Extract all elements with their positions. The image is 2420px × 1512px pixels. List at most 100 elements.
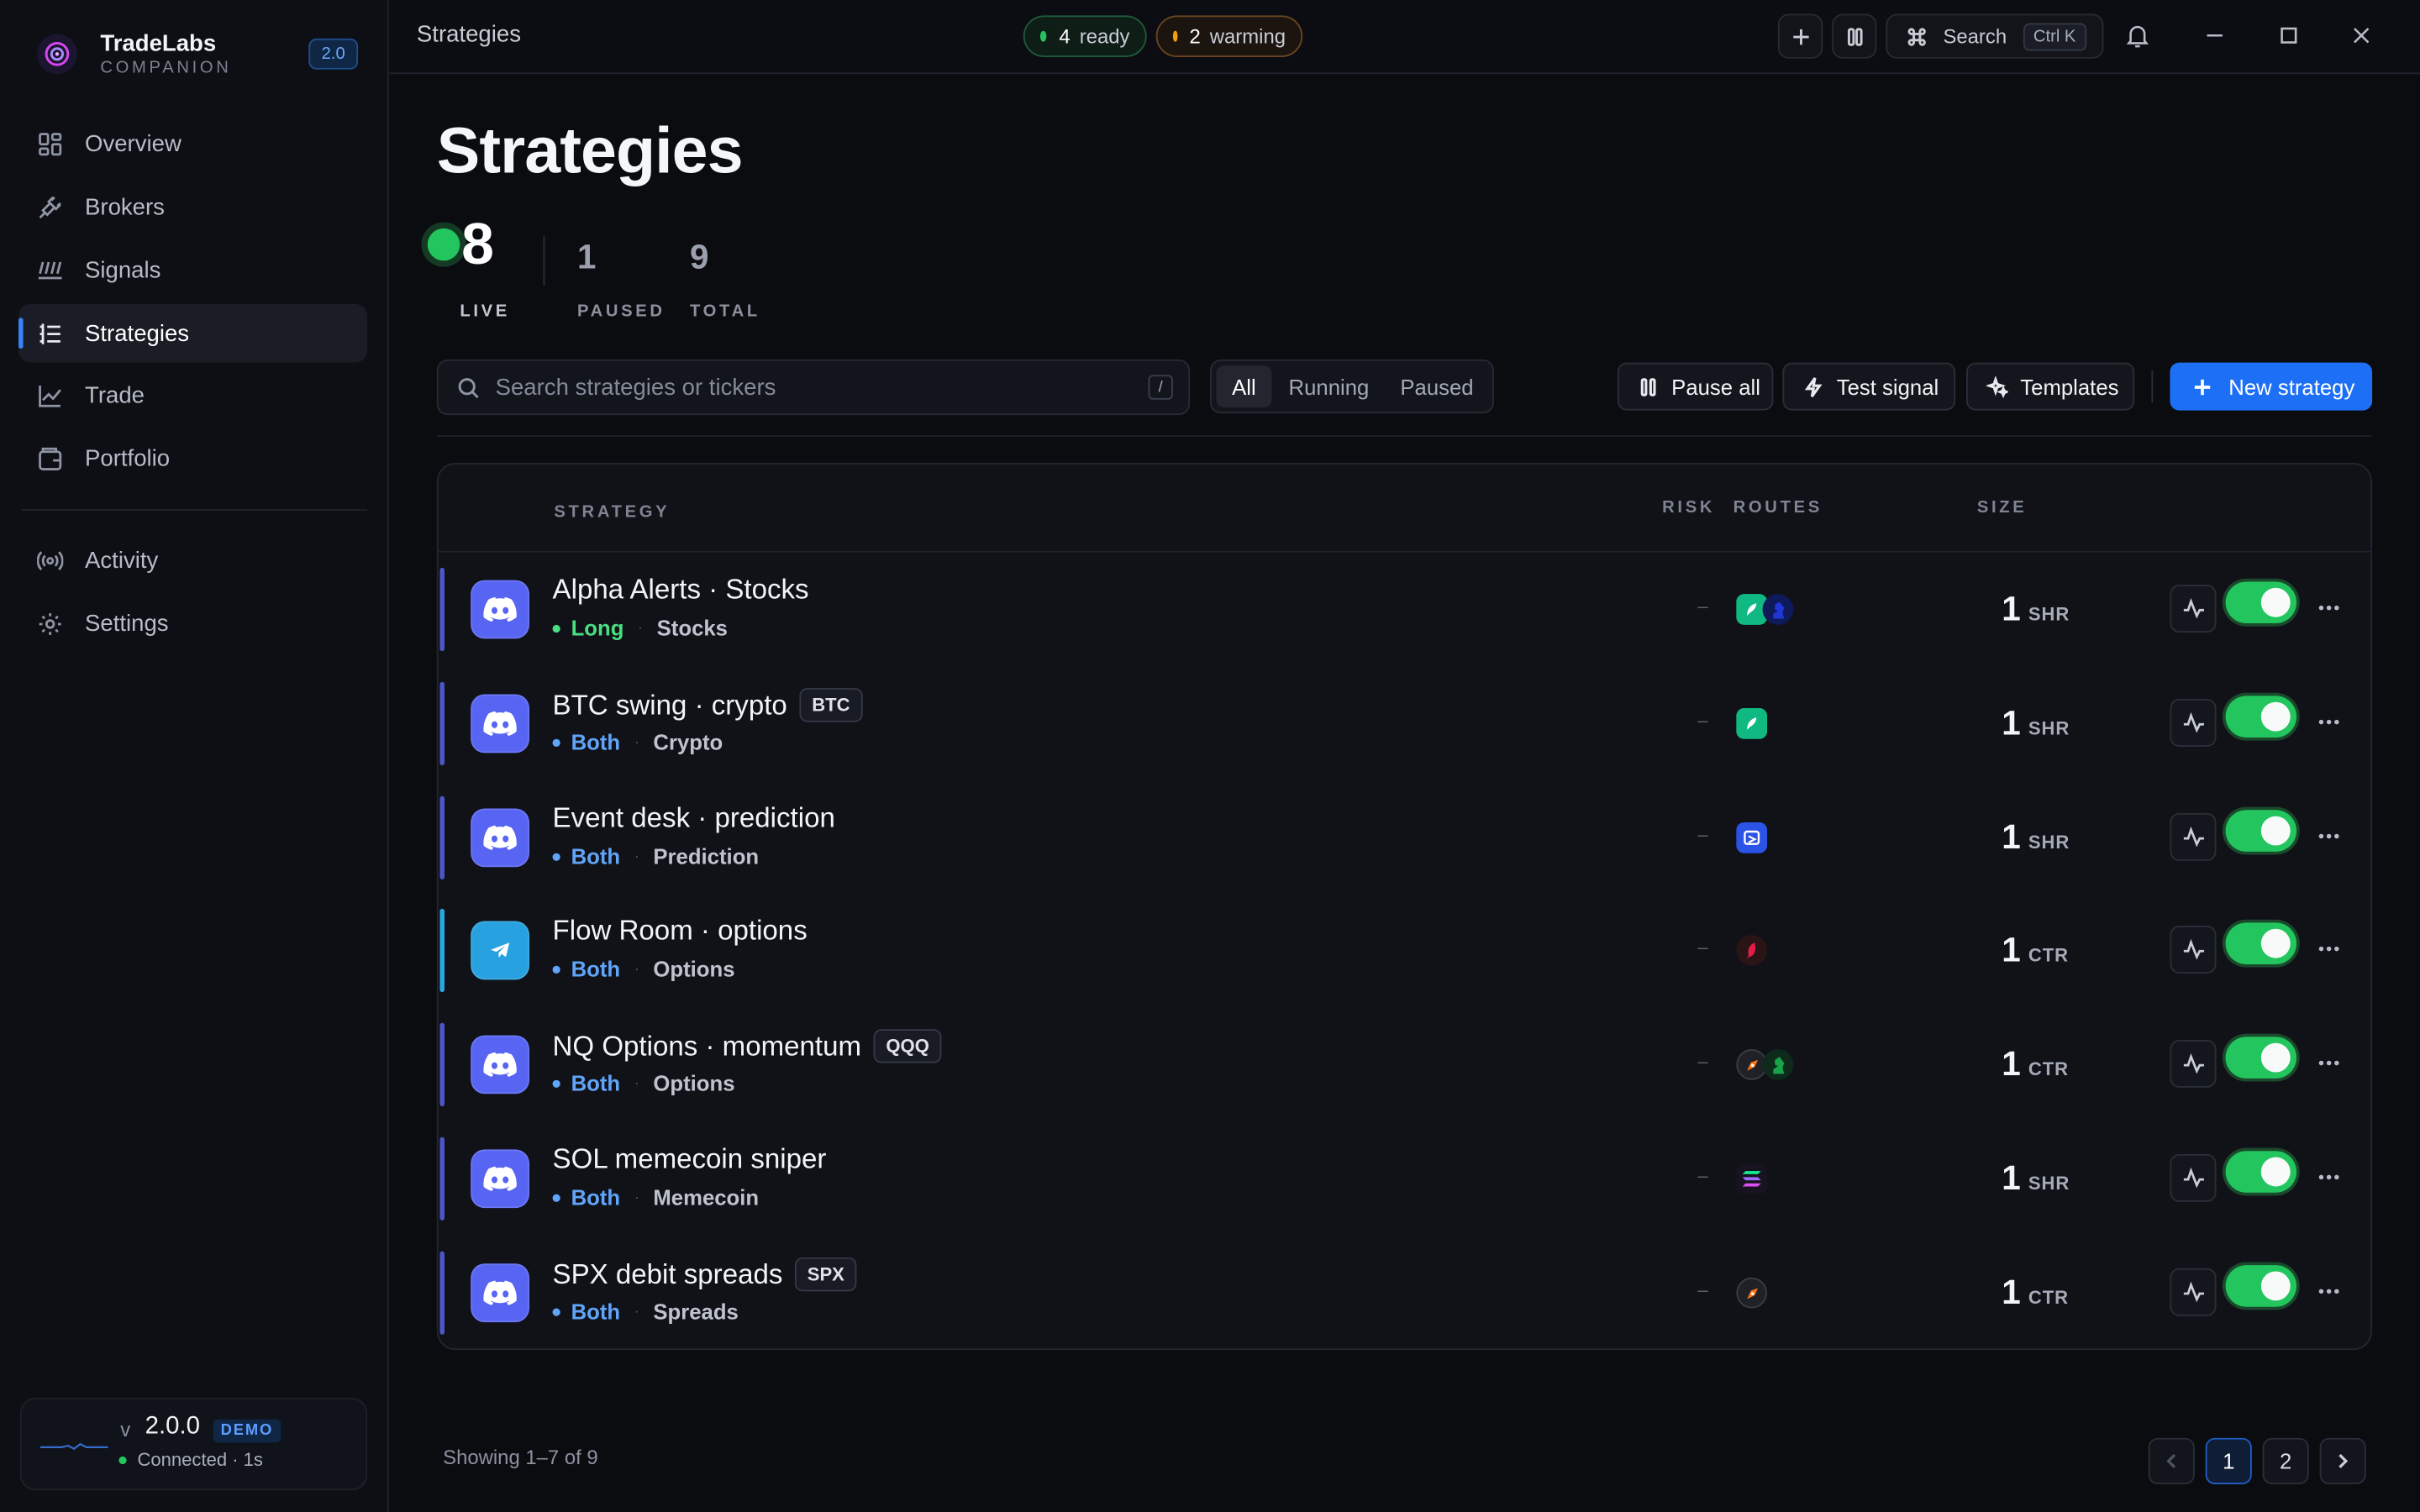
strategy-enabled-toggle[interactable] <box>2225 696 2297 738</box>
broker-feather-icon[interactable] <box>1736 708 1768 739</box>
search-input[interactable] <box>495 374 1113 401</box>
table-row[interactable]: Event desk · prediction Both · Predictio… <box>439 780 2371 895</box>
strategy-enabled-toggle[interactable] <box>2225 810 2297 852</box>
risk-value: – <box>1697 709 1708 732</box>
broker-compass-icon[interactable] <box>1736 1277 1768 1309</box>
ready-status-pill[interactable]: 4 ready <box>1023 15 1147 57</box>
sidebar-item-label: Portfolio <box>85 444 171 472</box>
broker-solana-icon[interactable] <box>1736 1163 1768 1194</box>
connection-status: Connected · 1s <box>118 1449 263 1470</box>
activity-button[interactable] <box>2170 699 2217 747</box>
version-card[interactable]: v 2.0.0 DEMO Connected · 1s <box>19 1398 368 1491</box>
strategy-enabled-toggle[interactable] <box>2225 1151 2297 1193</box>
page-button-2[interactable]: 2 <box>2262 1437 2309 1484</box>
row-menu-button[interactable] <box>2313 1276 2344 1307</box>
broker-red-feather-icon[interactable] <box>1736 935 1768 966</box>
table-row[interactable]: NQ Options · momentum QQQ Both · Options… <box>439 1007 2371 1121</box>
new-strategy-button[interactable]: New strategy <box>2170 362 2373 411</box>
direction-label: Both <box>571 1184 621 1210</box>
strategy-search[interactable]: / <box>436 359 1191 416</box>
pulse-icon <box>2182 826 2204 848</box>
row-menu-button[interactable] <box>2313 1162 2344 1193</box>
row-menu-button[interactable] <box>2313 706 2344 738</box>
broker-prediction-icon[interactable] <box>1736 822 1768 853</box>
version-badge: 2.0 <box>308 38 359 70</box>
row-menu-button[interactable] <box>2313 1047 2344 1079</box>
row-menu-button[interactable] <box>2313 933 2344 964</box>
direction-dot <box>552 738 560 747</box>
broker-green-knight-icon[interactable] <box>1762 1048 1794 1080</box>
sidebar-item-strategies[interactable]: Strategies <box>18 303 368 363</box>
size-value: 1 SHR <box>2002 817 2070 858</box>
strategy-meta: Both · Memecoin <box>552 1184 760 1210</box>
filter-all[interactable]: All <box>1216 365 1272 407</box>
sidebar-item-brokers[interactable]: Brokers <box>18 177 367 236</box>
activity-button[interactable] <box>2170 926 2217 974</box>
size-unit: CTR <box>2028 1286 2069 1309</box>
pause-all-button[interactable]: Pause all <box>1617 362 1774 411</box>
close-window-icon[interactable] <box>2348 22 2375 50</box>
category-label: Crypto <box>653 729 723 755</box>
table-row[interactable]: SPX debit spreads SPX Both · Spreads – 1… <box>439 1236 2371 1348</box>
total-label: TOTAL <box>690 302 760 322</box>
row-menu-button[interactable] <box>2313 821 2344 852</box>
size-unit: SHR <box>2028 1172 2070 1194</box>
test-signal-button[interactable]: Test signal <box>1782 362 1956 411</box>
broker-knight-icon[interactable] <box>1762 594 1794 625</box>
risk-value: – <box>1697 936 1708 958</box>
direction-dot <box>552 852 560 860</box>
column-header-risk: RISK <box>1662 498 1716 517</box>
templates-button[interactable]: Templates <box>1966 362 2135 411</box>
strategy-enabled-toggle[interactable] <box>2225 581 2297 624</box>
command-search-button[interactable]: Search Ctrl K <box>1886 13 2104 59</box>
stat-divider <box>543 236 545 286</box>
category-label: Options <box>653 956 735 982</box>
warming-dot <box>1172 30 1177 42</box>
sidebar-item-portfolio[interactable]: Portfolio <box>18 429 367 488</box>
meta-separator: · <box>634 1303 639 1320</box>
strategy-enabled-toggle[interactable] <box>2225 922 2297 964</box>
strategy-name: SPX debit spreads SPX <box>553 1257 857 1292</box>
page-button-1[interactable]: 1 <box>2205 1437 2252 1484</box>
table-row[interactable]: BTC swing · crypto BTC Both · Crypto – 1… <box>439 666 2371 780</box>
activity-button[interactable] <box>2170 1268 2217 1316</box>
sidebar-item-overview[interactable]: Overview <box>18 114 367 173</box>
strategy-enabled-toggle[interactable] <box>2225 1265 2297 1307</box>
previous-page-button[interactable] <box>2148 1437 2195 1484</box>
routes <box>1736 822 1768 853</box>
table-row[interactable]: SOL memecoin sniper Both · Memecoin – 1 … <box>439 1121 2371 1236</box>
next-page-button[interactable] <box>2319 1437 2366 1484</box>
activity-button[interactable] <box>2170 585 2217 633</box>
table-row[interactable]: Flow Room · options Both · Options – 1 C… <box>439 893 2371 1007</box>
more-horizontal-icon <box>2318 833 2339 839</box>
sidebar-item-settings[interactable]: Settings <box>18 594 367 653</box>
strategy-enabled-toggle[interactable] <box>2225 1037 2297 1079</box>
activity-button[interactable] <box>2170 1039 2217 1088</box>
size-number: 1 <box>2002 1044 2021 1084</box>
filter-paused[interactable]: Paused <box>1386 365 1487 407</box>
row-menu-button[interactable] <box>2313 592 2344 623</box>
discord-icon <box>471 694 530 753</box>
sidebar-item-label: Strategies <box>85 320 190 347</box>
direction-dot <box>552 964 560 974</box>
direction-dot <box>552 623 560 633</box>
category-label: Memecoin <box>653 1184 760 1210</box>
maximize-window-icon[interactable] <box>2275 22 2302 50</box>
activity-button[interactable] <box>2170 1153 2217 1202</box>
sidebar-item-trade[interactable]: Trade <box>18 365 367 424</box>
routes <box>1736 594 1794 625</box>
pause-toggle-button[interactable] <box>1832 13 1877 59</box>
notifications-bell-icon[interactable] <box>2123 22 2151 50</box>
discord-icon <box>471 1035 530 1095</box>
minimize-window-icon[interactable] <box>2201 22 2228 50</box>
add-button[interactable] <box>1777 13 1823 59</box>
activity-button[interactable] <box>2170 812 2217 861</box>
sidebar-item-activity[interactable]: Activity <box>18 531 367 590</box>
filter-running[interactable]: Running <box>1271 365 1386 407</box>
sidebar-item-signals[interactable]: Signals <box>18 241 367 300</box>
strategy-name: Event desk · prediction <box>553 802 835 835</box>
brand[interactable]: TradeLabs COMPANION 2.0 <box>37 28 361 80</box>
table-row[interactable]: Alpha Alerts · Stocks Long · Stocks – 1 … <box>439 553 2371 667</box>
row-accent-bar <box>439 795 445 879</box>
warming-status-pill[interactable]: 2 warming <box>1155 15 1303 57</box>
